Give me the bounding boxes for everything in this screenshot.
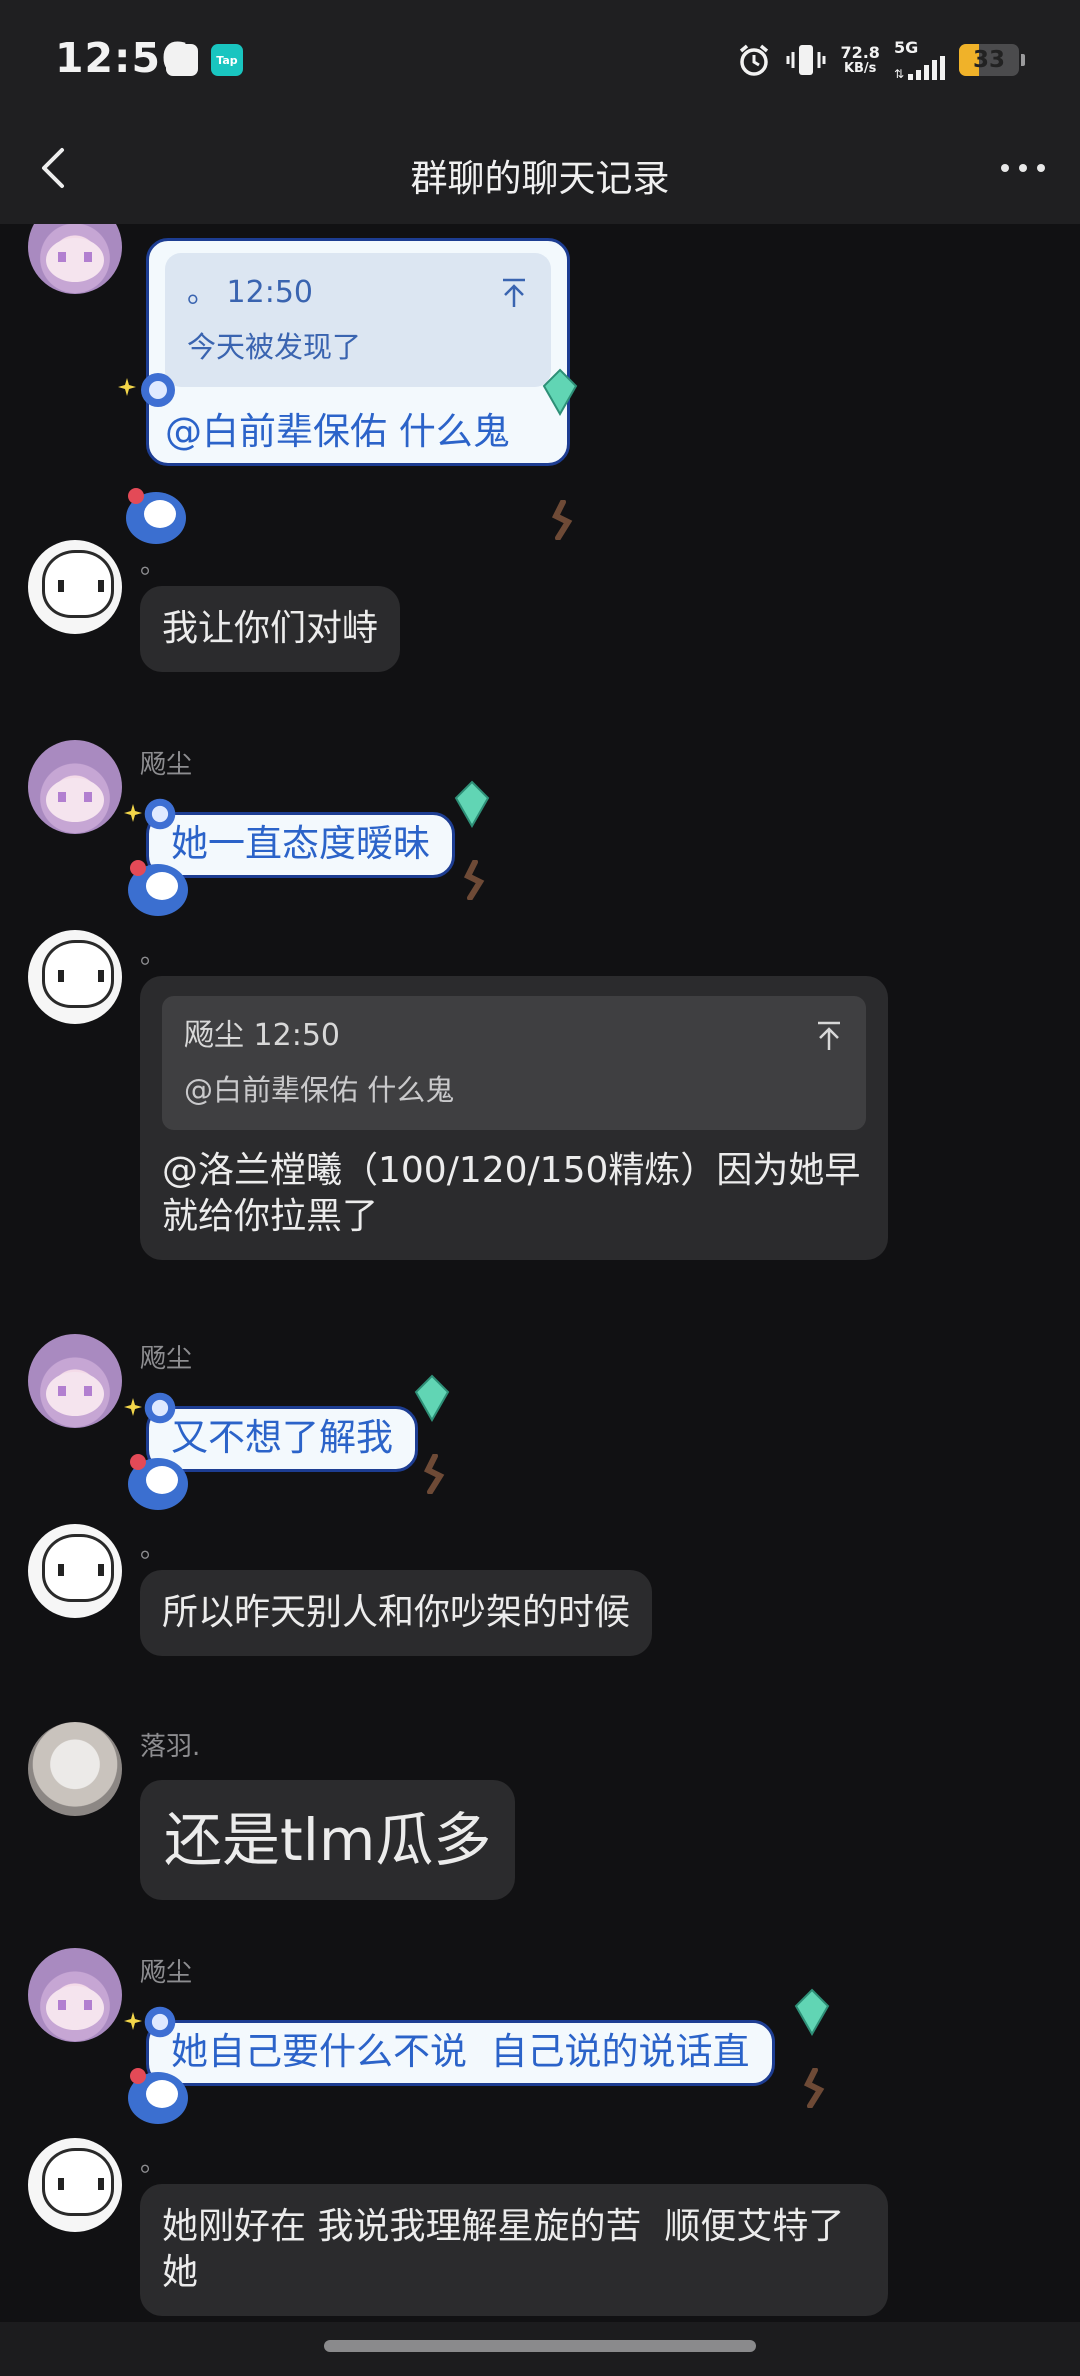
badge-icon	[144, 2006, 176, 2038]
message-bubble[interactable]: 我让你们对峙	[140, 586, 401, 672]
quoted-text: @白前辈保佑 什么鬼	[184, 1073, 455, 1107]
jump-to-quote-icon[interactable]	[814, 1020, 844, 1052]
data-arrows-icon: ⇅	[893, 67, 904, 81]
gem-icon	[454, 780, 490, 828]
sparkle-icon	[124, 1398, 142, 1416]
signal-icon	[908, 56, 945, 80]
avatar[interactable]	[28, 224, 122, 294]
sender-name: 。	[140, 2148, 167, 2178]
message-item: 。 12:50 今天被发现了 @白前辈保佑 什么鬼	[0, 224, 1080, 544]
message-item: 飏尘 她自己要什么不说 自己说的说话直	[0, 1948, 1080, 2128]
network-speed: 72.8 KB/s	[840, 44, 879, 76]
message-bubble[interactable]: 还是tlm瓜多	[140, 1780, 516, 1900]
message-item: 落羽. 还是tlm瓜多	[0, 1722, 1080, 1922]
avatar[interactable]	[28, 1334, 122, 1428]
message-item: 。 她刚好在 我说我理解星旋的苦 顺便艾特了她	[0, 2138, 1080, 2322]
gem-icon	[542, 368, 578, 416]
avatar[interactable]	[28, 1948, 122, 2042]
sender-name: 飏尘	[140, 1344, 193, 1374]
nav-bar: 群聊的聊天记录	[0, 112, 1080, 224]
quoted-message[interactable]: 。 12:50 今天被发现了	[165, 253, 551, 387]
sparkle-icon	[118, 378, 136, 396]
mascot-icon	[128, 860, 188, 916]
message-item: 。 飏尘 12:50 @白前辈保佑 什么鬼 @洛兰樘曦（100/120/150精…	[0, 930, 1080, 1310]
mascot-icon	[128, 2068, 188, 2124]
sender-name: 。	[140, 1534, 167, 1564]
sparkle-icon	[124, 2012, 142, 2030]
alarm-icon	[740, 44, 769, 76]
vibrate-icon	[786, 45, 826, 75]
status-indicators: 72.8 KB/s 5G ⇅ 33	[736, 38, 1025, 82]
more-dots-icon	[1001, 164, 1009, 172]
sender-name: 落羽.	[140, 1732, 201, 1762]
avatar[interactable]	[28, 740, 122, 834]
avatar[interactable]	[28, 2138, 122, 2232]
more-button[interactable]	[988, 140, 1058, 196]
message-text: @白前辈保佑 什么鬼	[165, 410, 510, 453]
chain-icon	[463, 860, 485, 900]
message-bubble[interactable]: 所以昨天别人和你吵架的时候	[140, 1570, 653, 1656]
mascot-icon	[126, 488, 186, 544]
home-indicator[interactable]	[324, 2340, 756, 2352]
avatar[interactable]	[28, 1524, 122, 1618]
qq-icon	[166, 44, 198, 76]
badge-icon	[144, 798, 176, 830]
message-item: 。 所以昨天别人和你吵架的时候	[0, 1524, 1080, 1704]
chain-icon	[803, 2068, 825, 2108]
status-bar: 12:56 Tap 72.8 KB/s 5G ⇅ 33	[0, 0, 1080, 112]
message-bubble-decorated[interactable]: 她自己要什么不说 自己说的说话直	[146, 2020, 775, 2086]
gem-icon	[414, 1374, 450, 1422]
sender-name: 飏尘	[140, 1958, 193, 1988]
avatar[interactable]	[28, 540, 122, 634]
avatar[interactable]	[28, 930, 122, 1024]
message-bubble-decorated[interactable]: 。 12:50 今天被发现了 @白前辈保佑 什么鬼	[146, 238, 570, 466]
message-bubble[interactable]: 飏尘 12:50 @白前辈保佑 什么鬼 @洛兰樘曦（100/120/150精炼）…	[140, 976, 888, 1260]
jump-to-quote-icon[interactable]	[499, 277, 529, 309]
gesture-bar-area	[0, 2322, 1080, 2376]
badge-icon	[144, 1392, 176, 1424]
speed-unit: KB/s	[843, 61, 877, 76]
taptap-icon: Tap	[211, 44, 243, 76]
sender-name: 飏尘	[140, 750, 193, 780]
avatar[interactable]	[28, 1722, 122, 1816]
message-item: 飏尘 她一直态度暧昧	[0, 740, 1080, 920]
message-bubble[interactable]: 她刚好在 我说我理解星旋的苦 顺便艾特了她	[140, 2184, 888, 2316]
quoted-sender-time: 飏尘 12:50	[184, 1018, 340, 1053]
gem-icon	[794, 1988, 830, 2036]
chat-history[interactable]: 。 12:50 今天被发现了 @白前辈保佑 什么鬼 。 我让你们对峙 飏尘 她一…	[0, 224, 1080, 2322]
chain-icon	[423, 1454, 445, 1494]
battery-icon: 33	[959, 44, 1025, 76]
message-item: 飏尘 又不想了解我	[0, 1334, 1080, 1514]
sender-name: 。	[140, 940, 167, 970]
chain-icon	[551, 500, 573, 540]
quoted-sender-time: 。 12:50	[187, 275, 313, 310]
badge-icon	[141, 373, 175, 407]
battery-level: 33	[972, 47, 1005, 73]
signal-group: 5G ⇅	[894, 40, 945, 80]
speed-value: 72.8	[840, 43, 880, 62]
network-type: 5G	[893, 38, 919, 57]
message-item: 。 我让你们对峙	[0, 540, 1080, 720]
quoted-message[interactable]: 飏尘 12:50 @白前辈保佑 什么鬼	[162, 996, 866, 1130]
page-title: 群聊的聊天记录	[410, 157, 670, 200]
quoted-text: 今天被发现了	[187, 330, 362, 364]
sparkle-icon	[124, 804, 142, 822]
sender-name: 。	[140, 550, 167, 580]
message-text: @洛兰樘曦（100/120/150精炼）因为她早就给你拉黑了	[162, 1150, 861, 1237]
mascot-icon	[128, 1454, 188, 1510]
